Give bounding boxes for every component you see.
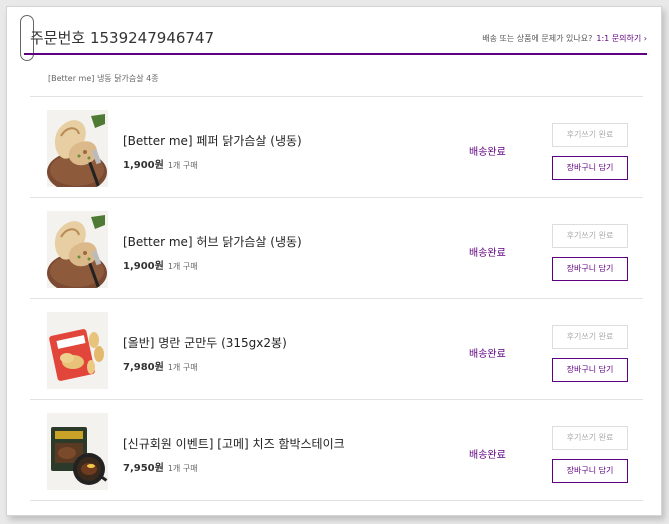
add-to-cart-button[interactable]: 장바구니 담기 [552, 459, 628, 483]
order-item-row: [Better me] 페퍼 닭가슴살 (냉동) 1,900원 1개 구매 배송완… [30, 97, 643, 198]
delivery-status: 배송완료 [469, 147, 506, 158]
order-item-row: [올반] 명란 군만두 (315gx2봉) 7,980원 1개 구매 배송완료 후… [30, 299, 643, 400]
help-text: 배송 또는 상품에 문제가 있나요? [482, 34, 593, 43]
review-done-button[interactable]: 후기쓰기 완료 [552, 224, 628, 248]
delivery-status: 배송완료 [469, 248, 506, 259]
delivery-status: 배송완료 [469, 450, 506, 461]
order-detail-card: 주문번호 1539247946747 배송 또는 상품에 문제가 있나요? 1:1… [6, 6, 662, 516]
review-done-button[interactable]: 후기쓰기 완료 [552, 325, 628, 349]
product-qty: 1개 구매 [167, 363, 198, 372]
product-name[interactable]: [올반] 명란 군만두 (315gx2봉) [123, 334, 287, 351]
steak-package-photo-icon[interactable] [47, 413, 108, 490]
product-qty: 1개 구매 [167, 262, 198, 271]
chicken-breast-photo-icon[interactable] [47, 211, 108, 288]
order-header: 주문번호 1539247946747 배송 또는 상품에 문제가 있나요? 1:1… [24, 25, 647, 55]
product-price: 7,980원 [123, 362, 164, 373]
chicken-breast-photo-icon[interactable] [47, 110, 108, 187]
review-done-button[interactable]: 후기쓰기 완료 [552, 426, 628, 450]
product-price: 7,950원 [123, 463, 164, 474]
inquiry-link[interactable]: 1:1 문의하기 › [596, 34, 647, 43]
price-line: 1,900원 1개 구매 [123, 254, 198, 273]
product-qty: 1개 구매 [167, 161, 198, 170]
add-to-cart-button[interactable]: 장바구니 담기 [552, 257, 628, 281]
order-item-row: [신규회원 이벤트] [고메] 치즈 함박스테이크 7,950원 1개 구매 배송… [30, 400, 643, 501]
product-qty: 1개 구매 [167, 464, 198, 473]
order-items-list: [Better me] 페퍼 닭가슴살 (냉동) 1,900원 1개 구매 배송완… [30, 96, 643, 501]
review-done-button[interactable]: 후기쓰기 완료 [552, 123, 628, 147]
product-price: 1,900원 [123, 261, 164, 272]
delivery-status: 배송완료 [469, 349, 506, 360]
product-name[interactable]: [Better me] 허브 닭가슴살 (냉동) [123, 233, 302, 250]
order-help: 배송 또는 상품에 문제가 있나요? 1:1 문의하기 › [482, 33, 647, 44]
dumpling-package-photo-icon[interactable] [47, 312, 108, 389]
price-line: 1,900원 1개 구매 [123, 153, 198, 172]
order-item-row: [Better me] 허브 닭가슴살 (냉동) 1,900원 1개 구매 배송완… [30, 198, 643, 299]
product-name[interactable]: [신규회원 이벤트] [고메] 치즈 함박스테이크 [123, 435, 345, 452]
order-summary: [Better me] 냉동 닭가슴살 4종 [48, 74, 159, 83]
add-to-cart-button[interactable]: 장바구니 담기 [552, 358, 628, 382]
price-line: 7,980원 1개 구매 [123, 355, 198, 374]
price-line: 7,950원 1개 구매 [123, 456, 198, 475]
add-to-cart-button[interactable]: 장바구니 담기 [552, 156, 628, 180]
order-number-title: 주문번호 1539247946747 [30, 29, 215, 47]
product-name[interactable]: [Better me] 페퍼 닭가슴살 (냉동) [123, 132, 302, 149]
product-price: 1,900원 [123, 160, 164, 171]
